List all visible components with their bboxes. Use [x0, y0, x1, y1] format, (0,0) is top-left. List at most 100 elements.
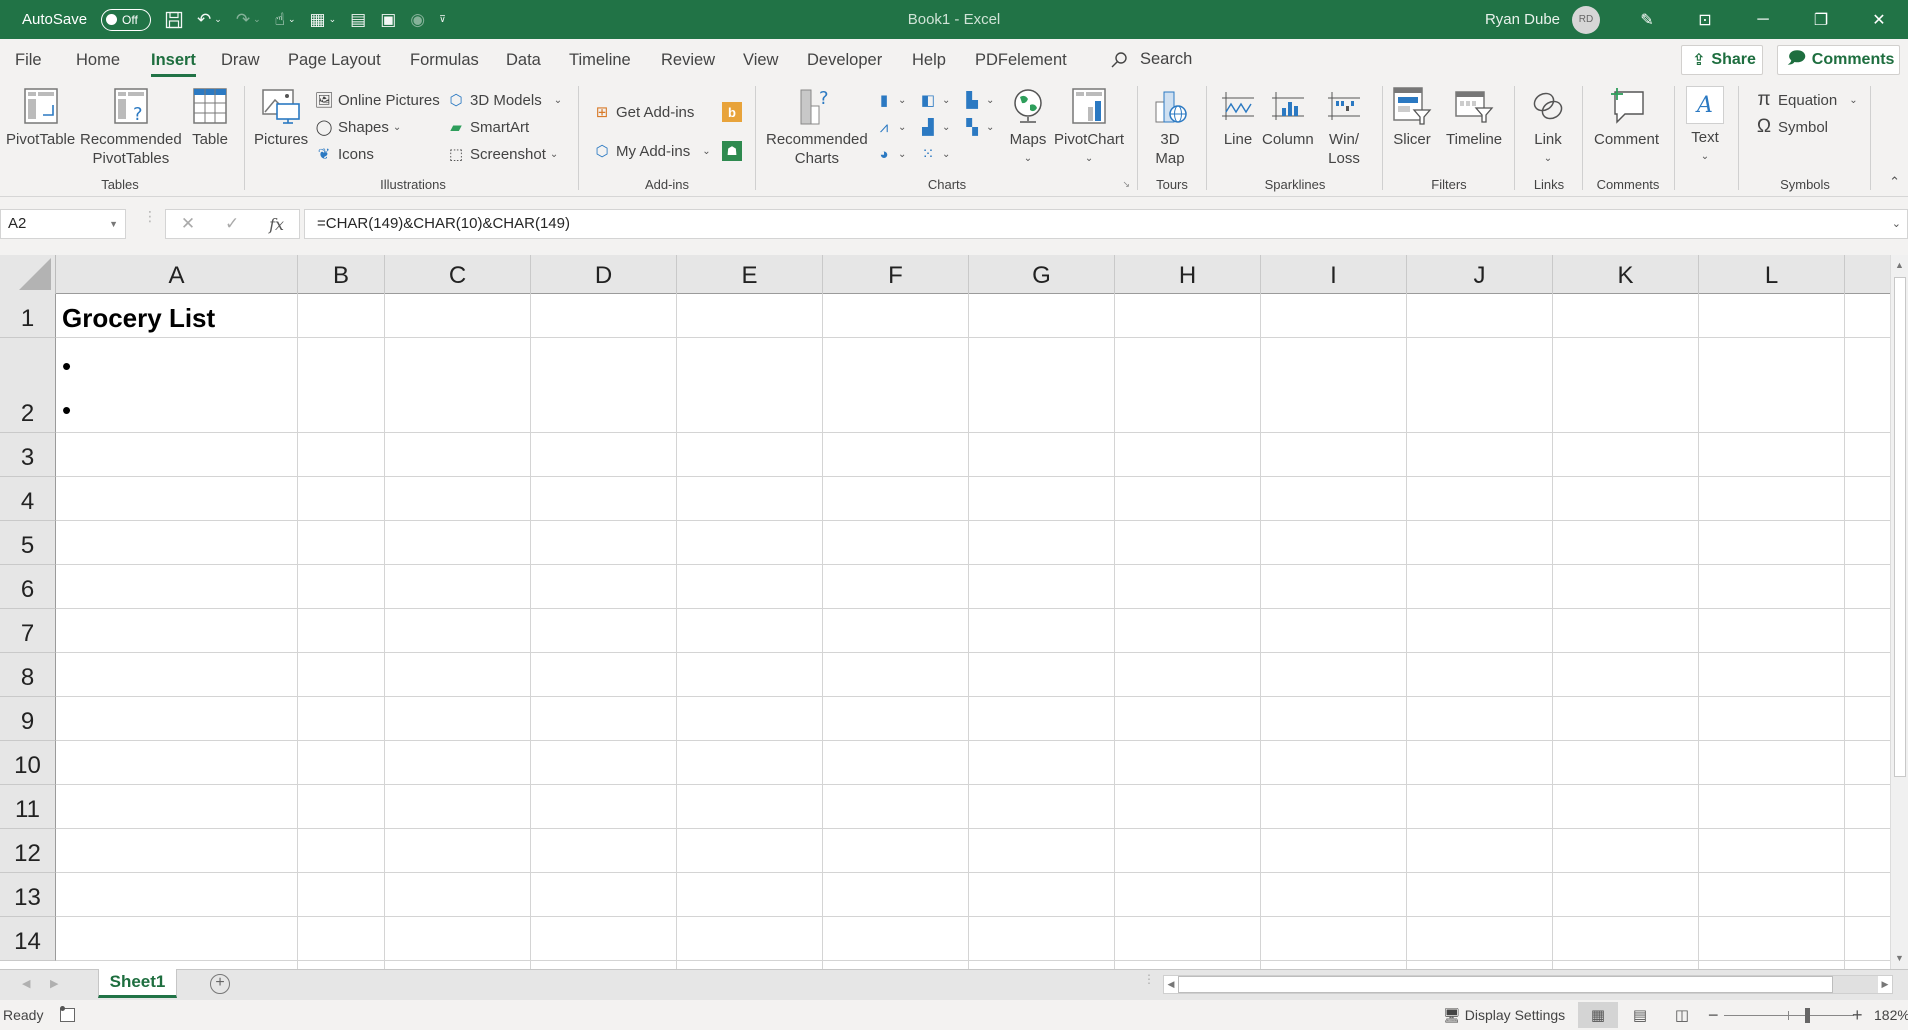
shapes-button[interactable]: ◯ Shapes ⌄ [314, 115, 402, 139]
scroll-down-icon[interactable]: ▼ [1891, 950, 1908, 967]
row-header-5[interactable]: 5 [0, 521, 56, 565]
macro-recording-icon[interactable] [60, 1006, 75, 1022]
spreadsheet-grid[interactable]: ABCDEFGHIJKL 1 2 3 4 5 6 7 8 9 10 11 12 13 14 Grocery … [0, 255, 1890, 969]
maps-button[interactable]: Maps ⌄ [1008, 86, 1048, 168]
pivottable-button[interactable]: PivotTable [6, 86, 75, 149]
row-header-13[interactable]: 13 [0, 873, 56, 917]
scroll-up-icon[interactable]: ▲ [1891, 257, 1908, 274]
recommended-pivottables-button[interactable]: ? Recommended PivotTables [80, 86, 182, 168]
tab-help[interactable]: Help [912, 39, 946, 80]
row-header-6[interactable]: 6 [0, 565, 56, 609]
comments-button[interactable]: 🗩 Comments [1777, 45, 1900, 75]
tab-timeline[interactable]: Timeline [569, 39, 631, 80]
avatar[interactable]: RD [1572, 5, 1600, 34]
undo-icon[interactable]: ↶ ⌄ [197, 10, 222, 30]
vertical-scrollbar[interactable]: ▲ ▼ [1890, 255, 1908, 969]
new-comment-button[interactable]: Comment [1594, 86, 1659, 149]
get-addins-button[interactable]: ⊞ Get Add-ins [592, 100, 695, 124]
display-settings-button[interactable]: 🖥 Display Settings [1443, 1000, 1565, 1030]
sparkline-column-button[interactable]: Column [1262, 86, 1314, 149]
sheet-tab-sheet1[interactable]: Sheet1 [98, 969, 177, 998]
text-button[interactable]: A Text ⌄ [1686, 86, 1724, 166]
name-box[interactable]: A2 ▼ [0, 209, 126, 239]
row-header-9[interactable]: 9 [0, 697, 56, 741]
autosave-toggle[interactable]: Off [101, 8, 152, 31]
column-header-a[interactable]: A [56, 255, 298, 294]
equation-button[interactable]: π Equation ⌄ [1754, 88, 1857, 112]
row-header-14[interactable]: 14 [0, 917, 56, 961]
bing-maps-button[interactable]: b [722, 100, 742, 124]
column-header-b[interactable]: B [298, 255, 385, 294]
pictures-button[interactable]: Pictures [254, 86, 308, 149]
user-name[interactable]: Ryan Dube [1485, 11, 1560, 28]
scroll-left-icon[interactable]: ◀ [1164, 976, 1178, 993]
my-addins-button[interactable]: ⬡ My Add-ins ⌄ [592, 139, 710, 163]
formula-bar-resize-handle[interactable]: ⋮ [143, 209, 157, 223]
column-header-g[interactable]: G [969, 255, 1115, 294]
confirm-entry-icon[interactable]: ✓ [225, 214, 239, 234]
page-break-preview-icon[interactable]: ◫ [1662, 1002, 1702, 1028]
vertical-scroll-thumb[interactable] [1894, 277, 1906, 777]
touch-mode-icon[interactable]: ☝ ⌄ [275, 10, 296, 30]
column-header-e[interactable]: E [677, 255, 823, 294]
insert-function-icon[interactable]: fx [269, 215, 284, 234]
column-header-j[interactable]: J [1407, 255, 1553, 294]
3d-map-button[interactable]: 3D Map [1150, 86, 1190, 168]
tab-insert[interactable]: Insert [151, 39, 196, 80]
column-header-c[interactable]: C [385, 255, 531, 294]
tab-split-handle[interactable]: ⋮ [1143, 973, 1155, 985]
next-sheet-icon[interactable]: ▶ [50, 977, 58, 990]
icons-button[interactable]: ❦ Icons [314, 142, 374, 166]
column-header-d[interactable]: D [531, 255, 677, 294]
row-header-1[interactable]: 1 [0, 294, 56, 338]
tab-pdfelement[interactable]: PDFelement [975, 39, 1067, 80]
waterfall-chart-button[interactable]: ▙ ⌄ [962, 88, 994, 112]
cancel-entry-icon[interactable]: ✕ [181, 214, 195, 234]
row-header-10[interactable]: 10 [0, 741, 56, 785]
row-header-8[interactable]: 8 [0, 653, 56, 697]
row-header-2[interactable]: 2 [0, 338, 56, 433]
table-button[interactable]: Table [190, 86, 230, 149]
slicer-button[interactable]: Slicer [1392, 86, 1432, 149]
zoom-out-icon[interactable]: − [1708, 1000, 1719, 1030]
record-icon[interactable]: ◉ [410, 10, 425, 30]
ribbon-display-icon[interactable]: ⊡ [1676, 0, 1734, 39]
page-layout-view-icon[interactable]: ▤ [1620, 1002, 1660, 1028]
sheet-icon[interactable]: ▤ [350, 10, 366, 30]
scatter-chart-button[interactable]: ⁙ ⌄ [918, 142, 951, 166]
column-header-l[interactable]: L [1699, 255, 1845, 294]
expand-formula-bar-icon[interactable]: ⌄ [1892, 210, 1901, 238]
save-icon[interactable] [165, 11, 183, 29]
row-header-11[interactable]: 11 [0, 785, 56, 829]
select-all-button[interactable] [0, 255, 56, 294]
tab-developer[interactable]: Developer [807, 39, 882, 80]
zoom-in-icon[interactable]: + [1852, 1000, 1863, 1030]
zoom-slider[interactable] [1724, 1011, 1854, 1020]
people-graph-button[interactable]: ☗ [722, 139, 742, 163]
formula-input[interactable]: =CHAR(149)&CHAR(10)&CHAR(149) ⌄ [304, 209, 1908, 239]
horizontal-scroll-thumb[interactable] [1178, 976, 1833, 993]
link-button[interactable]: Link ⌄ [1528, 86, 1568, 168]
search-box[interactable]: Search [1110, 39, 1192, 80]
form-icon[interactable]: ▦ ⌄ [310, 10, 337, 30]
symbol-button[interactable]: Ω Symbol [1754, 115, 1828, 139]
cell-a1[interactable]: Grocery List [62, 294, 215, 338]
tab-page-layout[interactable]: Page Layout [288, 39, 381, 80]
scroll-right-icon[interactable]: ▶ [1878, 976, 1892, 993]
column-header-k[interactable]: K [1553, 255, 1699, 294]
row-header-12[interactable]: 12 [0, 829, 56, 873]
cell-a2[interactable]: • • [62, 339, 71, 434]
timeline-button[interactable]: Timeline [1446, 86, 1502, 149]
tab-formulas[interactable]: Formulas [410, 39, 479, 80]
add-sheet-icon[interactable]: + [210, 974, 230, 994]
zoom-level[interactable]: 182% [1874, 1000, 1908, 1030]
smartart-button[interactable]: ▰ SmartArt [446, 115, 529, 139]
statistic-chart-button[interactable]: ▟ ⌄ [918, 115, 950, 139]
tab-view[interactable]: View [743, 39, 778, 80]
row-header-3[interactable]: 3 [0, 433, 56, 477]
pie-chart-button[interactable]: ◕ ⌄ [874, 142, 906, 166]
redo-icon[interactable]: ↷ ⌄ [236, 10, 261, 30]
customize-qat-icon[interactable]: ⊽ [439, 14, 446, 25]
online-pictures-button[interactable]: 🖼 Online Pictures [314, 88, 439, 112]
tab-draw[interactable]: Draw [221, 39, 260, 80]
